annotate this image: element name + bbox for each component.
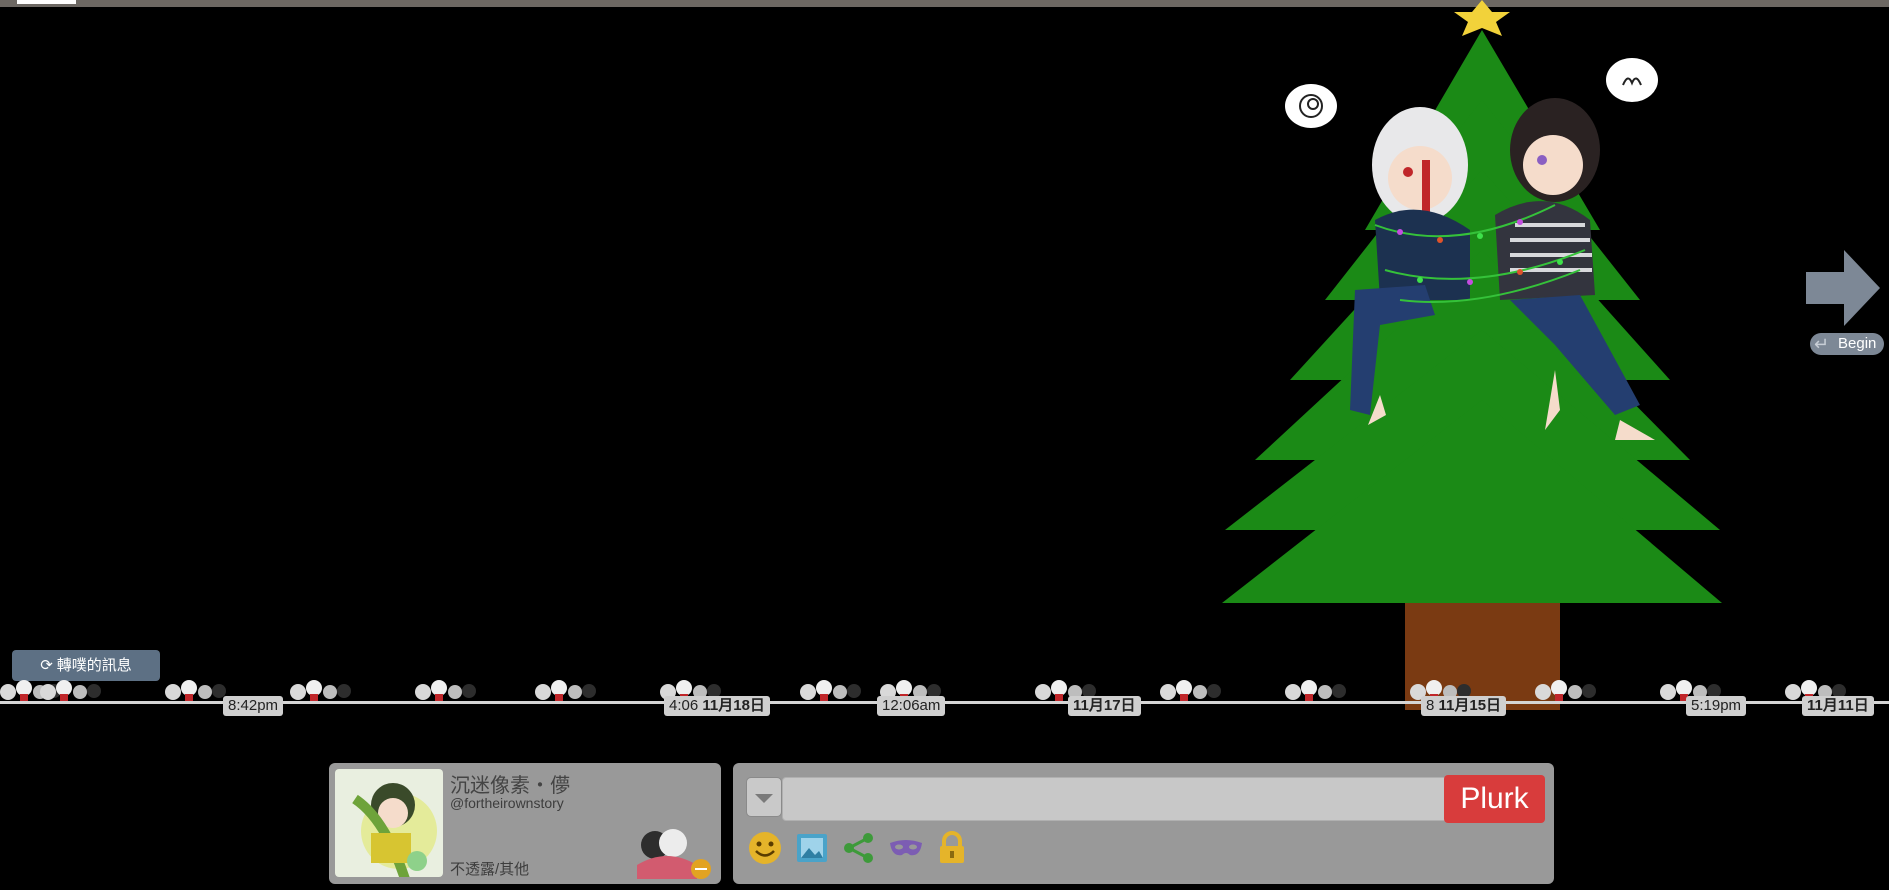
progress-indicator (17, 0, 76, 4)
timeline-label: 8 11月15日 (1421, 696, 1507, 716)
profile-display-name[interactable]: 沉迷像素・儚 (450, 769, 570, 798)
timeline-label: 8:42pm (223, 696, 284, 716)
avatar[interactable] (335, 769, 443, 877)
timeline-label: 5:19pm (1686, 696, 1747, 716)
profile-status: 不透露/其他 (450, 861, 530, 878)
karma-character-icon (627, 825, 715, 881)
compose-panel: Plurk (733, 763, 1554, 884)
begin-label: Begin (1838, 335, 1877, 352)
return-arrow-icon: ↵ (1814, 334, 1830, 354)
timeline-label: 11月17日 (1068, 696, 1141, 716)
timeline-label: 11月11日 (1802, 696, 1874, 716)
begin-button[interactable]: ↵ Begin (1810, 333, 1885, 355)
lock-icon[interactable] (933, 829, 971, 867)
qualifier-dropdown[interactable] (746, 777, 782, 817)
chevron-down-icon (755, 794, 773, 803)
timeline-label: 4:06 11月18日 (664, 696, 770, 716)
profile-handle: @fortheirownstory (450, 795, 564, 811)
share-icon[interactable] (840, 829, 878, 867)
anonymous-mask-icon[interactable] (887, 829, 925, 867)
plurk-submit-button[interactable]: Plurk (1444, 775, 1545, 823)
image-upload-icon[interactable] (793, 829, 831, 867)
emoticon-icon[interactable] (746, 829, 784, 867)
background-christmas-tree-image (1180, 0, 1780, 710)
timeline-label: 12:06am (877, 696, 946, 716)
next-page-arrow-icon[interactable] (1806, 250, 1880, 326)
plurk-compose-input[interactable] (782, 777, 1468, 821)
profile-card: 沉迷像素・儚 @fortheirownstory 不透露/其他 (329, 763, 721, 884)
